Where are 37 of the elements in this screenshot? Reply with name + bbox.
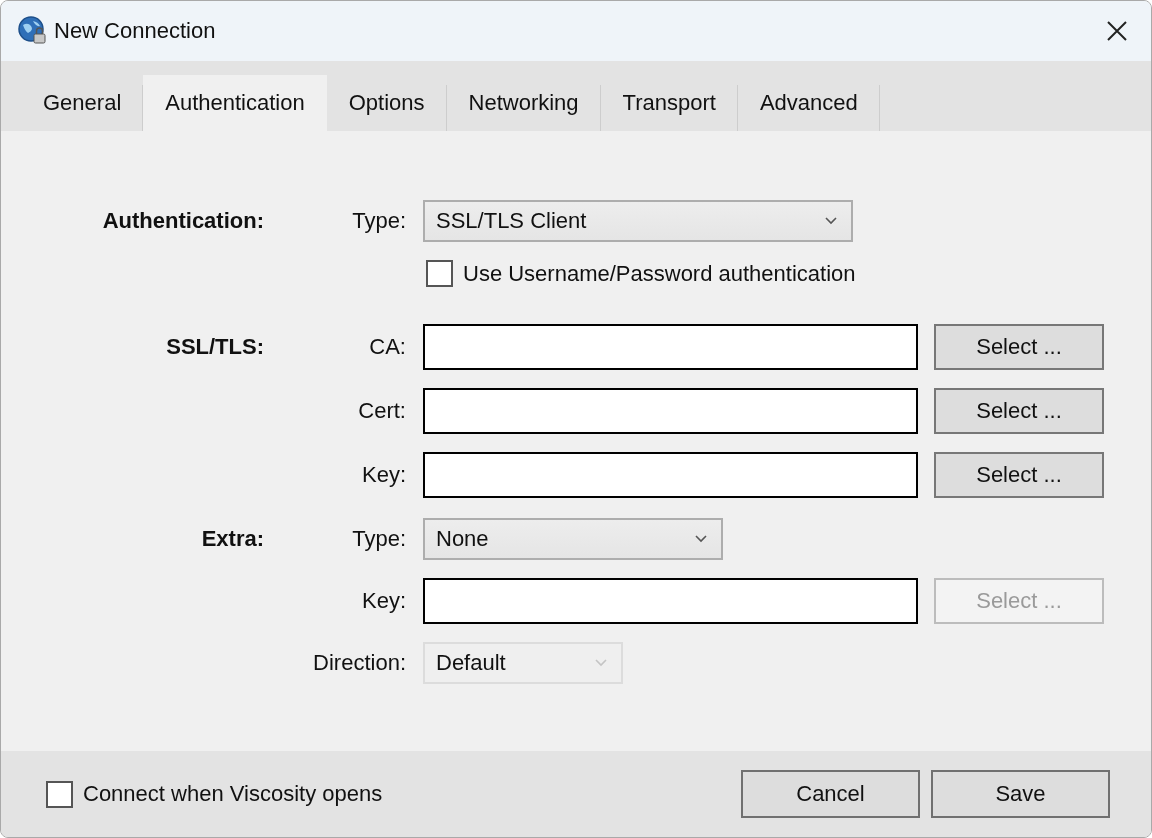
field-label: Direction: [313, 650, 406, 675]
tab[interactable]: General [21, 75, 144, 131]
checkbox-label[interactable]: Connect when Viscosity opens [83, 781, 383, 807]
tab[interactable]: Options [326, 75, 447, 131]
field-label: Key: [361, 588, 406, 613]
checkbox[interactable] [46, 780, 73, 808]
section-heading: Extra: [201, 526, 264, 551]
field-label: Type: [352, 208, 406, 233]
tab[interactable]: Transport [600, 75, 738, 131]
chevron-down-icon [695, 535, 707, 543]
input-field[interactable] [423, 578, 918, 624]
window-title: New Connection [54, 18, 217, 44]
select-button[interactable]: Select ... [934, 452, 1104, 498]
chevron-down-icon [825, 217, 837, 225]
input-field[interactable] [423, 388, 918, 434]
input-field[interactable] [423, 324, 918, 370]
checkbox[interactable] [426, 260, 453, 287]
chevron-down-icon [595, 659, 607, 667]
close-icon[interactable] [1106, 20, 1128, 42]
dialog-button[interactable]: Save [931, 770, 1110, 818]
dialog-button[interactable]: Cancel [741, 770, 920, 818]
dropdown[interactable]: None [423, 518, 723, 560]
section-heading: Authentication: [102, 208, 264, 233]
field-label: Cert: [358, 398, 406, 423]
tab[interactable]: Advanced [737, 75, 880, 131]
section-heading: SSL/TLS: [166, 334, 264, 359]
globe-lock-icon [18, 16, 48, 46]
select-button[interactable]: Select ... [934, 388, 1104, 434]
field-label: Type: [352, 526, 406, 551]
dropdown[interactable]: SSL/TLS Client [423, 200, 853, 242]
field-label: CA: [369, 334, 406, 359]
input-field[interactable] [423, 452, 918, 498]
tab[interactable]: Networking [446, 75, 601, 131]
tab[interactable]: Authentication [143, 75, 327, 131]
select-button[interactable]: Select ... [934, 324, 1104, 370]
field-label: Key: [361, 462, 406, 487]
checkbox-label[interactable]: Use Username/Password authentication [463, 260, 856, 287]
